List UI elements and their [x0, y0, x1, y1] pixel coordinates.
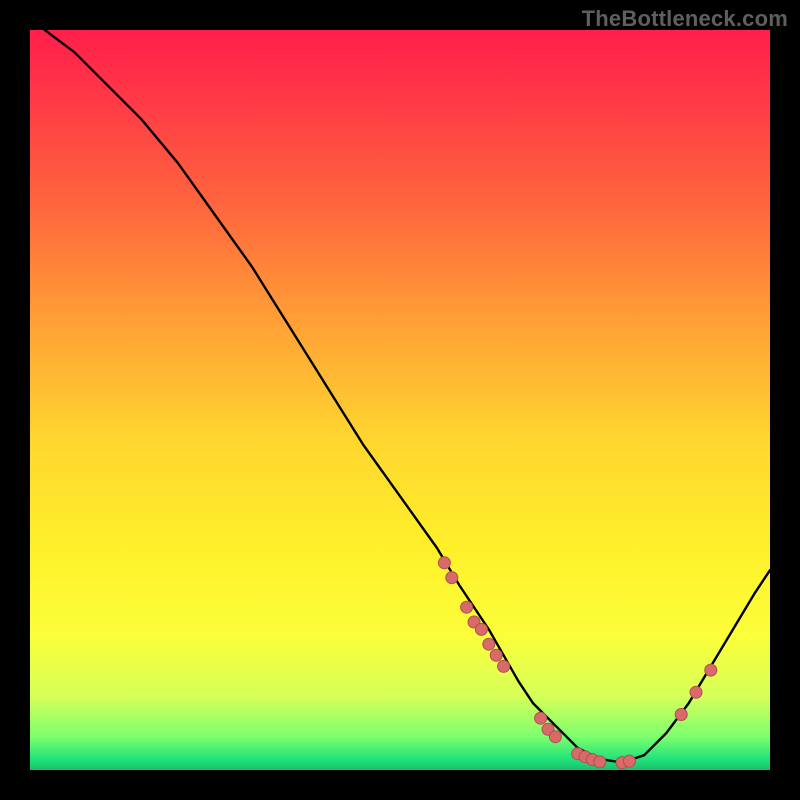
data-marker: [594, 756, 606, 768]
chart-svg: [30, 30, 770, 770]
watermark-text: TheBottleneck.com: [582, 6, 788, 32]
gradient-rect: [30, 30, 770, 770]
data-marker: [438, 557, 450, 569]
plot-area: [30, 30, 770, 770]
data-marker: [705, 664, 717, 676]
chart-stage: TheBottleneck.com: [0, 0, 800, 800]
data-marker: [498, 660, 510, 672]
data-marker: [675, 709, 687, 721]
data-marker: [483, 638, 495, 650]
data-marker: [623, 755, 635, 767]
data-marker: [535, 712, 547, 724]
data-marker: [690, 686, 702, 698]
data-marker: [446, 572, 458, 584]
data-marker: [490, 649, 502, 661]
data-marker: [475, 623, 487, 635]
data-marker: [549, 731, 561, 743]
data-marker: [461, 601, 473, 613]
